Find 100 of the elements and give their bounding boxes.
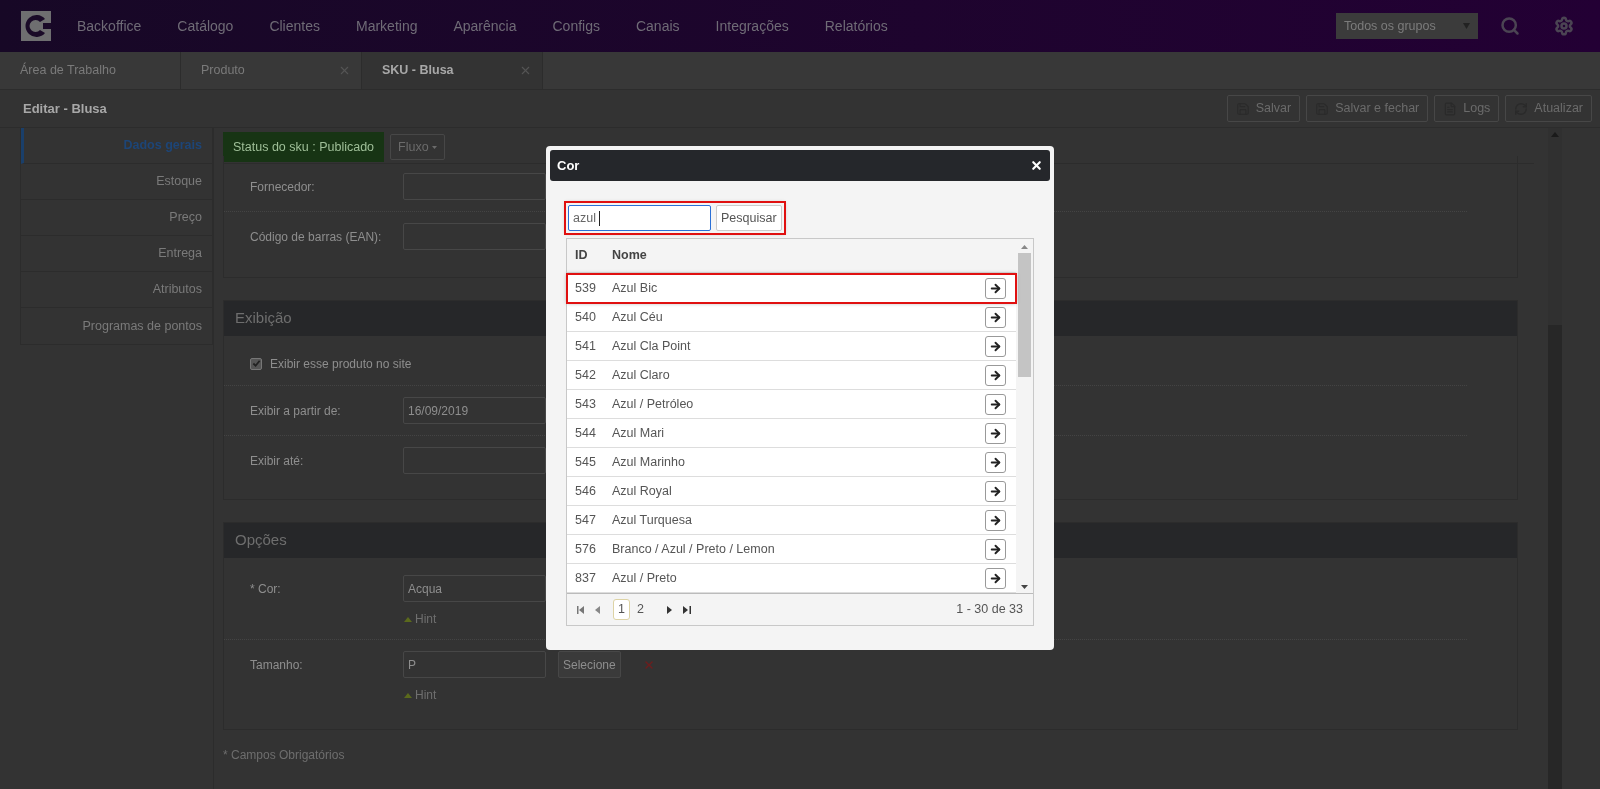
table-row[interactable]: 576 Branco / Azul / Preto / Lemon	[567, 535, 1016, 564]
text-field[interactable]: 16/09/2019	[403, 397, 546, 424]
nav-link[interactable]: Configs	[552, 15, 600, 37]
caret-icon	[431, 145, 437, 149]
nav-link[interactable]: Marketing	[356, 15, 418, 37]
sidebar-item[interactable]: Preço	[21, 200, 212, 236]
select-row-button[interactable]	[985, 538, 1006, 560]
scroll-down-icon[interactable]	[1021, 585, 1028, 589]
table-row[interactable]: 546 Azul Royal	[567, 477, 1016, 506]
nav-link[interactable]: Relatórios	[824, 15, 888, 37]
nav-link[interactable]: Canais	[635, 15, 680, 37]
text-field[interactable]: P	[403, 651, 546, 678]
select-row-button[interactable]	[985, 451, 1006, 473]
first-page-icon[interactable]	[577, 605, 585, 614]
sidebar-item[interactable]: Atributos	[21, 272, 212, 308]
modal-title: Cor	[557, 156, 580, 175]
nav-link[interactable]: Aparência	[453, 15, 517, 37]
table-row[interactable]: 837 Azul / Preto	[567, 564, 1016, 593]
table-row[interactable]: 542 Azul Claro	[567, 361, 1016, 390]
table-row[interactable]: 544 Azul Mari	[567, 419, 1016, 448]
nav-link[interactable]: Clientes	[269, 15, 320, 37]
table-cell-text: 541	[574, 337, 597, 355]
arrow-right-icon	[989, 339, 1002, 353]
select-row-button[interactable]	[985, 567, 1006, 589]
text-field[interactable]	[403, 223, 546, 250]
close-icon[interactable]	[1030, 159, 1043, 172]
table-row[interactable]: 541 Azul Cla Point	[567, 332, 1016, 361]
select-row-button[interactable]	[985, 509, 1006, 531]
tab[interactable]: Área de Trabalho	[0, 52, 181, 89]
group-select[interactable]: Todos os grupos	[1336, 13, 1478, 39]
table-row[interactable]: 543 Azul / Petróleo	[567, 390, 1016, 419]
table-cell-text: 545	[574, 453, 597, 471]
pagination-summary: 1 - 30 de 33	[956, 601, 1023, 619]
select-row-button[interactable]	[985, 422, 1006, 444]
table-cell-text: 542	[574, 366, 597, 384]
tab[interactable]: SKU - Blusa	[362, 52, 543, 89]
hint-arrow-icon	[404, 616, 412, 622]
nav-link[interactable]: Backoffice	[77, 15, 142, 37]
checkbox-label: Exibir esse produto no site	[270, 355, 412, 373]
sidebar-item[interactable]: Programas de pontos	[21, 308, 212, 344]
select-row-button[interactable]	[985, 335, 1006, 357]
arrow-right-icon	[989, 397, 1002, 411]
field-label: * Cor:	[250, 581, 282, 598]
next-page-icon[interactable]	[667, 605, 672, 614]
column-header[interactable]: Nome	[612, 246, 647, 265]
select-button[interactable]: Selecione	[558, 651, 621, 678]
arrow-right-icon	[989, 542, 1002, 556]
table-cell-text: Azul / Petróleo	[612, 395, 695, 413]
page-number[interactable]: 1	[613, 599, 630, 620]
nav-link[interactable]: Integrações	[715, 15, 789, 37]
table-cell-text: 540	[574, 308, 597, 326]
select-row-button[interactable]	[985, 364, 1006, 386]
arrow-right-icon	[989, 426, 1002, 440]
select-row-button[interactable]	[985, 480, 1006, 502]
page-title: Editar - Blusa	[23, 99, 107, 118]
toolbar-button[interactable]: Salvar e fechar	[1306, 95, 1429, 122]
field-label: Exibir até:	[250, 453, 305, 470]
column-header[interactable]: ID	[567, 246, 612, 265]
previous-page-icon[interactable]	[595, 605, 600, 614]
toolbar-button[interactable]: Salvar	[1226, 95, 1301, 122]
toolbar-button[interactable]: Logs	[1434, 95, 1500, 122]
scroll-up-icon[interactable]	[1021, 245, 1028, 249]
field-label: Fornecedor:	[250, 179, 316, 196]
table-row[interactable]: 545 Azul Marinho	[567, 448, 1016, 477]
checkbox[interactable]	[250, 357, 262, 370]
flow-dropdown-button[interactable]: Fluxo	[390, 134, 445, 160]
arrow-right-icon	[989, 484, 1002, 498]
table-row[interactable]: 547 Azul Turquesa	[567, 506, 1016, 535]
field-label: Tamanho:	[250, 657, 304, 674]
table-cell-text: Azul / Preto	[612, 569, 678, 587]
dropdown-caret-icon	[1463, 23, 1470, 29]
last-page-icon[interactable]	[683, 605, 691, 614]
scrollbar-thumb[interactable]	[1018, 253, 1031, 377]
table-cell-text: 546	[574, 482, 597, 500]
text-field[interactable]: Acqua	[403, 575, 546, 602]
table-cell-text: Azul Marinho	[612, 453, 686, 471]
sidebar-item[interactable]: Estoque	[21, 164, 212, 200]
select-row-button[interactable]	[985, 393, 1006, 415]
required-note: * Campos Obrigatórios	[223, 747, 346, 764]
select-row-button[interactable]	[985, 306, 1006, 328]
search-button[interactable]: Pesquisar	[716, 205, 782, 231]
table-cell-text: 544	[574, 424, 597, 442]
table-cell-text: Azul Claro	[612, 366, 671, 384]
table-row[interactable]: 539 Azul Bic	[567, 274, 1016, 303]
toolbar-button[interactable]: Atualizar	[1505, 95, 1592, 122]
table-row[interactable]: 540 Azul Céu	[567, 303, 1016, 332]
arrow-right-icon	[989, 571, 1002, 585]
search-field[interactable]: azul	[568, 205, 711, 231]
page-number[interactable]: 2	[632, 599, 649, 620]
select-row-button[interactable]	[985, 277, 1006, 299]
hint-arrow-icon	[404, 692, 412, 698]
text-field[interactable]	[403, 447, 546, 474]
table-cell-text: Azul Bic	[612, 279, 659, 297]
table-cell-text: Azul Mari	[612, 424, 666, 442]
table-cell-text: 837	[574, 569, 597, 587]
nav-link[interactable]: Catálogo	[177, 15, 234, 37]
sidebar-item[interactable]: Entrega	[21, 236, 212, 272]
field-label: Código de barras (EAN):	[250, 229, 383, 246]
arrow-right-icon	[989, 513, 1002, 527]
text-field[interactable]	[403, 173, 546, 200]
